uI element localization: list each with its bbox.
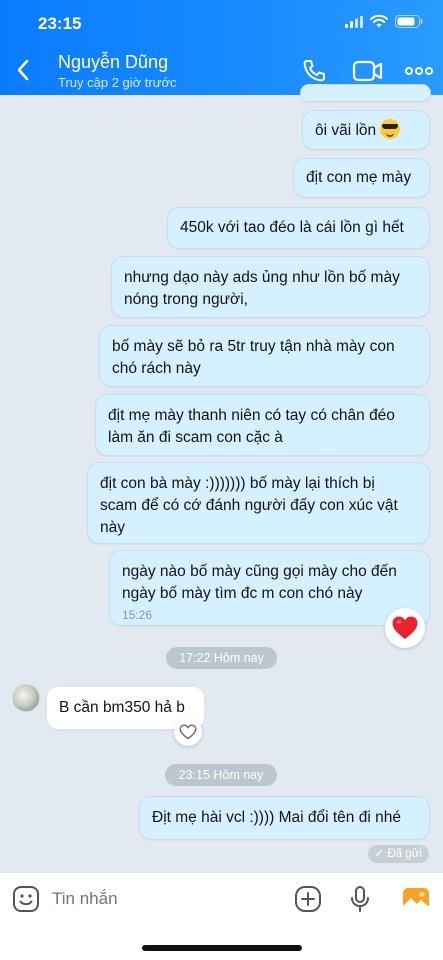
heart-outline-icon	[179, 724, 197, 740]
contact-name[interactable]: Nguyễn Dũng	[58, 52, 168, 73]
time-divider: 17:22 Hôm nay	[166, 647, 277, 669]
message-text-line: làm ăn đi scam con cặc à	[108, 429, 283, 446]
message-bubble-sent[interactable]: ôi vãi lồn	[302, 110, 430, 150]
more-icon[interactable]	[404, 58, 434, 84]
status-time: 23:15	[38, 14, 82, 33]
reaction-badge[interactable]	[385, 608, 425, 648]
status-bar: 23:15	[0, 0, 443, 48]
message-input-bar: Tin nhắn	[0, 872, 443, 960]
message-text: địt con mẹ mày	[306, 169, 412, 186]
message-text-line: này	[100, 519, 125, 536]
sent-status-badge: ✓ Đã gửi	[367, 845, 429, 863]
message-bubble-sent[interactable]: Địt mẹ hài vcl :)))) Mai đổi tên đi nhé	[139, 796, 430, 840]
message-text-line: ngày bố mày tìm đc m con chó này	[122, 585, 363, 602]
status-icons	[345, 15, 423, 28]
message-text-line: scam để có cớ đánh người đấy con xúc vật	[100, 497, 398, 514]
message-bubble-sent[interactable]: địt con bà mày :))))))) bố mày lại thích…	[87, 462, 430, 544]
message-text: ôi vãi lồn	[315, 122, 377, 139]
sent-status-label: Đã gửi	[387, 848, 422, 860]
home-indicator	[142, 945, 302, 951]
message-text-line: địt con bà mày :))))))) bố mày lại thích…	[100, 475, 375, 492]
chat-header: 23:15 Nguyễn Dũng Truy cập 2 giờ trước	[0, 0, 443, 95]
contact-last-seen: Truy cập 2 giờ trước	[58, 75, 177, 90]
battery-icon	[395, 15, 423, 28]
message-bubble-sent[interactable]: 450k với tao đéo là cái lồn gì hết	[167, 207, 430, 249]
message-text-line: chó rách này	[112, 360, 201, 377]
contact-avatar[interactable]	[12, 684, 40, 712]
back-icon[interactable]	[12, 56, 36, 84]
message-bubble-sent[interactable]: địt mẹ mày thanh niên có tay có chân đéo…	[95, 394, 430, 456]
message-text: 450k với tao đéo là cái lồn gì hết	[180, 219, 404, 236]
message-input[interactable]: Tin nhắn	[52, 889, 118, 909]
signal-icon	[345, 15, 363, 28]
sunglasses-emoji-icon	[380, 119, 401, 139]
video-call-icon[interactable]	[352, 58, 384, 84]
message-text-line: ngày nào bố mày cũng gọi mày cho đến	[122, 563, 397, 580]
heart-reaction-icon	[392, 616, 418, 639]
message-timestamp: 15:26	[122, 608, 153, 622]
message-text-line: địt mẹ mày thanh niên có tay có chân đéo	[108, 407, 395, 424]
message-text-line: nhưng dạo này ads ủng như lồn bố mày	[124, 269, 400, 286]
time-divider: 23:15 Hôm nay	[165, 764, 277, 786]
add-icon[interactable]	[294, 885, 322, 913]
message-bubble-sent[interactable]: nhưng dạo này ads ủng như lồn bố mày nón…	[111, 256, 430, 318]
sticker-icon[interactable]	[12, 885, 40, 913]
message-text-line: bố mày sẽ bỏ ra 5tr truy tận nhà mày con	[112, 338, 395, 355]
wifi-icon	[370, 15, 388, 28]
check-icon: ✓	[374, 848, 385, 860]
react-button[interactable]	[174, 718, 202, 746]
message-text-line: nóng trong người,	[124, 291, 248, 308]
image-icon[interactable]	[402, 885, 430, 913]
phone-icon[interactable]	[300, 58, 328, 84]
message-text: B cần bm350 hả b	[59, 699, 185, 716]
message-text: Địt mẹ hài vcl :)))) Mai đổi tên đi nhé	[152, 809, 401, 826]
microphone-icon[interactable]	[346, 885, 374, 913]
message-bubble-sent[interactable]: ngày nào bố mày cũng gọi mày cho đến ngà…	[109, 550, 430, 626]
message-bubble-sent[interactable]: địt con mẹ mày	[293, 158, 430, 198]
message-bubble-sent[interactable]: bố mày sẽ bỏ ra 5tr truy tận nhà mày con…	[99, 325, 430, 387]
message-bubble-clipped	[300, 84, 431, 102]
